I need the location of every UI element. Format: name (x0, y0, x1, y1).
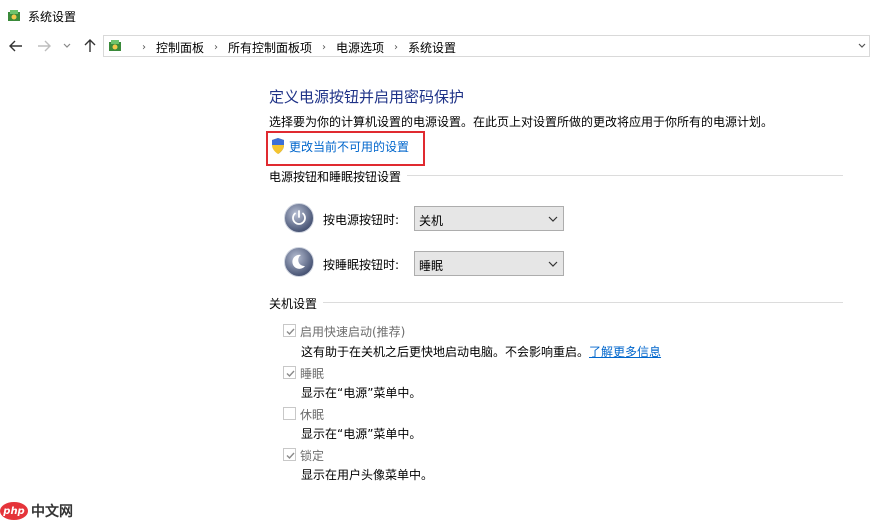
page-title: 定义电源按钮并启用密码保护 (269, 88, 465, 106)
chevron-right-icon[interactable]: › (319, 42, 329, 53)
up-button[interactable] (80, 36, 100, 56)
breadcrumb-system-settings[interactable]: 系统设置 (408, 39, 456, 56)
breadcrumb-power-options[interactable]: 电源选项 (336, 39, 384, 56)
sleep-button-icon (284, 247, 314, 277)
checkmark-icon (286, 370, 295, 378)
learn-more-link[interactable]: 了解更多信息 (589, 345, 661, 359)
power-button-icon (284, 203, 314, 233)
power-group-title: 电源按钮和睡眠按钮设置 (269, 168, 408, 185)
watermark: php 中文网 (0, 500, 73, 522)
lock-option-desc: 显示在用户头像菜单中。 (301, 468, 434, 482)
fast-startup-desc: 这有助于在关机之后更快地启动电脑。不会影响重启。了解更多信息 (301, 343, 661, 360)
page-description: 选择要为你的计算机设置的电源设置。在此页上对设置所做的更改将应用于你所有的电源计… (269, 115, 774, 129)
sleep-button-label: 按睡眠按钮时: (323, 258, 400, 272)
recent-locations-button[interactable] (60, 36, 74, 56)
checkmark-icon (286, 328, 295, 336)
title-bar: 系统设置 (0, 0, 870, 32)
control-panel-icon (8, 10, 20, 21)
checkmark-icon (286, 452, 295, 460)
divider (269, 302, 843, 303)
chevron-right-icon[interactable]: › (391, 42, 401, 53)
uac-shield-icon (272, 138, 284, 154)
breadcrumb-all-items[interactable]: 所有控制面板项 (228, 39, 312, 56)
sleep-button-action-select[interactable]: 睡眠 (414, 251, 564, 276)
chevron-down-icon (548, 261, 558, 267)
window-title: 系统设置 (28, 10, 77, 24)
power-button-action-select[interactable]: 关机 (414, 206, 564, 231)
chevron-right-icon: › (142, 42, 146, 53)
control-panel-icon (109, 40, 121, 51)
back-button[interactable] (6, 36, 26, 56)
chevron-right-icon[interactable]: › (211, 42, 221, 53)
change-settings-label[interactable]: 更改当前不可用的设置 (289, 138, 409, 155)
power-button-label: 按电源按钮时: (323, 213, 400, 227)
hibernate-option-desc: 显示在“电源”菜单中。 (301, 427, 422, 441)
chevron-down-icon (63, 43, 71, 48)
power-button-action-value: 关机 (419, 214, 444, 228)
forward-button[interactable] (34, 36, 54, 56)
hibernate-option-label: 休眠 (300, 408, 325, 422)
breadcrumb: › 控制面板 › 所有控制面板项 › 电源选项 › 系统设置 (132, 39, 456, 56)
sleep-option-desc: 显示在“电源”菜单中。 (301, 386, 422, 400)
lock-checkbox[interactable] (283, 448, 296, 461)
sleep-button-action-value: 睡眠 (419, 259, 444, 273)
chevron-down-icon[interactable] (857, 41, 867, 51)
shutdown-group-title: 关机设置 (269, 295, 324, 312)
back-arrow-icon (9, 40, 22, 52)
watermark-text: 中文网 (31, 504, 73, 520)
php-logo: php (0, 502, 28, 520)
address-bar[interactable]: › 控制面板 › 所有控制面板项 › 电源选项 › 系统设置 (103, 35, 870, 57)
fast-startup-label: 启用快速启动(推荐) (300, 325, 406, 339)
forward-arrow-icon (38, 40, 51, 52)
fast-startup-desc-text: 这有助于在关机之后更快地启动电脑。不会影响重启。 (301, 345, 590, 359)
hibernate-checkbox[interactable] (283, 407, 296, 420)
change-settings-link[interactable]: 更改当前不可用的设置 (266, 131, 425, 166)
breadcrumb-control-panel[interactable]: 控制面板 (156, 39, 204, 56)
chevron-down-icon (548, 216, 558, 222)
sleep-option-label: 睡眠 (300, 367, 325, 381)
fast-startup-checkbox[interactable] (283, 324, 296, 337)
lock-option-label: 锁定 (300, 449, 325, 463)
sleep-checkbox[interactable] (283, 366, 296, 379)
up-arrow-icon (84, 39, 96, 52)
